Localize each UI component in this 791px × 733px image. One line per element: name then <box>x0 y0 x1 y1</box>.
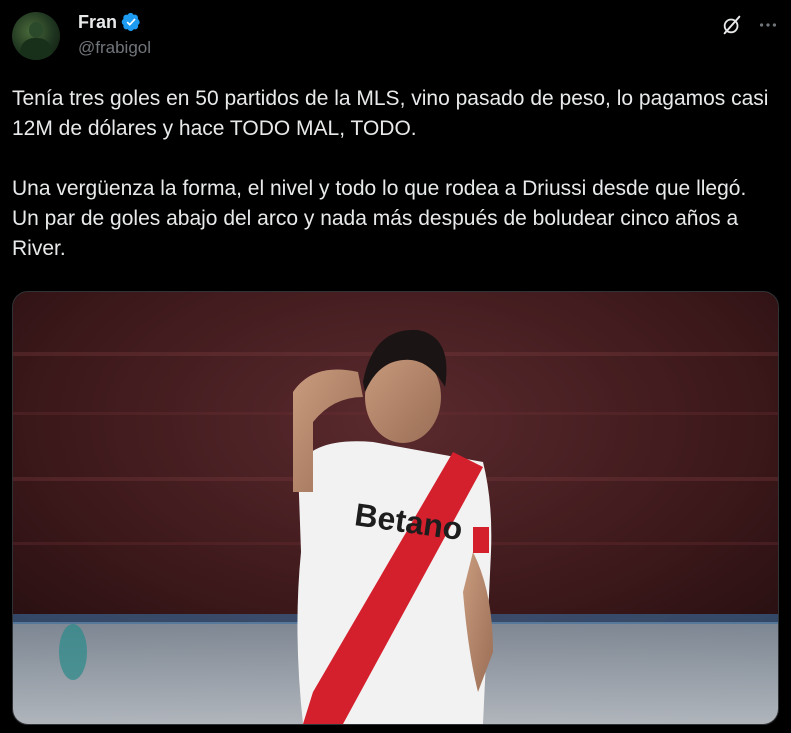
avatar-head-shape <box>29 22 43 38</box>
tweet-paragraph: Una vergüenza la forma, el nivel y todo … <box>12 177 747 260</box>
avatar-body-shape <box>20 38 52 60</box>
author-names: Fran @frabigol <box>78 10 151 58</box>
handle[interactable]: @frabigol <box>78 38 151 58</box>
display-name[interactable]: Fran <box>78 12 117 33</box>
avatar[interactable] <box>12 12 60 60</box>
tweet-header: Fran @frabigol <box>12 10 779 66</box>
verified-badge-icon[interactable] <box>121 12 141 32</box>
background-player <box>59 624 87 680</box>
football-player-photo: Betano <box>13 292 778 724</box>
captain-armband <box>473 527 489 553</box>
tweet: Fran @frabigol Tenía tres goles en 50 pa… <box>0 0 791 733</box>
display-name-row: Fran <box>78 10 151 34</box>
grok-icon[interactable] <box>721 14 743 36</box>
tweet-paragraph: Tenía tres goles en 50 partidos de la ML… <box>12 87 769 140</box>
header-actions <box>721 14 779 36</box>
tweet-photo[interactable]: Betano <box>12 291 779 725</box>
tweet-text: Tenía tres goles en 50 partidos de la ML… <box>12 84 778 264</box>
more-icon[interactable] <box>757 14 779 36</box>
